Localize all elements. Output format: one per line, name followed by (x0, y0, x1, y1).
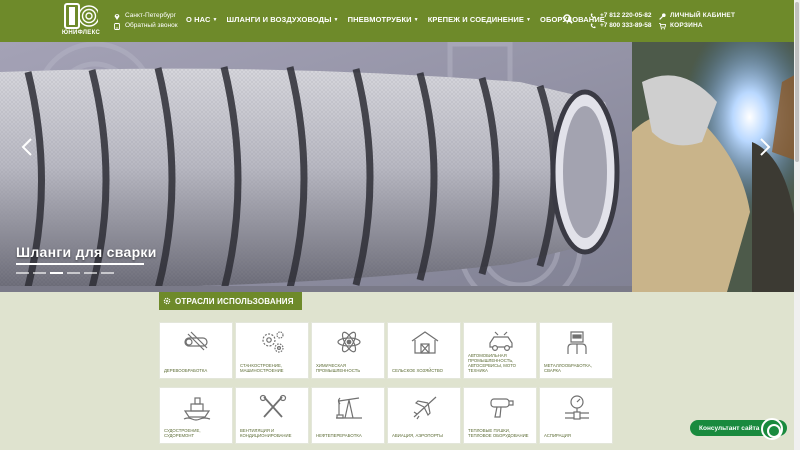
logo-mark-icon (64, 3, 98, 29)
contacts: Санкт-Петербург Обратный звонок (114, 11, 178, 31)
nav-label: ПНЕВМОТРУБКИ (347, 15, 412, 24)
industry-tile[interactable]: СУДОСТРОЕНИЕ, СУДОРЕМОНТ (159, 387, 233, 444)
industry-tile[interactable]: НЕФТЕПЕРЕРАБОТКА (311, 387, 385, 444)
industry-tile[interactable]: АВТОМОБИЛЬНАЯ ПРОМЫШЛЕННОСТЬ, АВТОСЕРВИС… (463, 322, 537, 379)
industry-label: ВЕНТИЛЯЦИЯ И КОНДИЦИОНИРОВАНИЕ (240, 428, 292, 438)
industry-label: СЕЛЬСКОЕ ХОЗЯЙСТВО (392, 368, 443, 373)
phone-link[interactable]: +7 812 220-05-82 (590, 11, 652, 21)
slide-dots (16, 272, 114, 274)
welder-photo (632, 42, 800, 292)
chat-icon[interactable] (761, 418, 783, 440)
key-icon (659, 12, 666, 20)
nav-label: О НАС (186, 15, 211, 24)
slide-title-underline (16, 263, 144, 265)
callback-link[interactable]: Обратный звонок (114, 21, 178, 31)
nav-item-hoses[interactable]: ШЛАНГИ И ВОЗДУХОВОДЫ ▼ (227, 15, 339, 24)
nav-label: КРЕПЕЖ И СОЕДИНЕНИЕ (427, 15, 524, 24)
nav-item-pneumotubes[interactable]: ПНЕВМОТРУБКИ ▼ (348, 15, 419, 24)
caret-down-icon: ▼ (333, 16, 339, 23)
page-scrollbar[interactable] (794, 0, 800, 450)
oil-pump-icon (336, 397, 362, 419)
gears-icon (262, 331, 284, 353)
industry-tile[interactable]: ХИМИЧЕСКАЯ ПРОМЫШЛЕННОСТЬ (311, 322, 385, 379)
slide-title[interactable]: Шланги для сварки (16, 244, 157, 260)
consultant-label: Консультант сайта (699, 424, 760, 432)
cabinet-label: ЛИЧНЫЙ КАБИНЕТ (670, 12, 736, 19)
account-links: ЛИЧНЫЙ КАБИНЕТ КОРЗИНА (659, 11, 735, 31)
industry-tile[interactable]: МЕТАЛЛООБРАБОТКА, СВАРКА (539, 322, 613, 379)
caret-down-icon: ▼ (212, 16, 218, 23)
slide-dot[interactable] (67, 272, 80, 274)
phone-icon (590, 23, 596, 29)
heat-gun-icon (490, 398, 514, 418)
slide-dot[interactable] (16, 272, 29, 274)
phone-link[interactable]: +7 800 333-89-58 (590, 21, 652, 31)
car-icon (489, 331, 513, 352)
city-label: Санкт-Петербург (125, 12, 176, 19)
industry-label: НЕФТЕПЕРЕРАБОТКА (316, 433, 362, 438)
city-selector[interactable]: Санкт-Петербург (114, 11, 178, 21)
industry-tile[interactable]: АВИАЦИЯ, АЭРОПОРТЫ (387, 387, 461, 444)
brand-logo[interactable]: ЮНИФЛЕКС (60, 3, 102, 39)
brand-name: ЮНИФЛЕКС (61, 30, 101, 36)
phone-number: +7 812 220-05-82 (600, 12, 652, 19)
nav-item-fasteners[interactable]: КРЕПЕЖ И СОЕДИНЕНИЕ ▼ (428, 15, 531, 24)
industry-tile[interactable]: СЕЛЬСКОЕ ХОЗЯЙСТВО (387, 322, 461, 379)
industry-label: МЕТАЛЛООБРАБОТКА, СВАРКА (544, 363, 592, 373)
industries-title: ОТРАСЛИ ИСПОЛЬЗОВАНИЯ (175, 296, 294, 306)
industry-tile[interactable]: ТЕПЛОВЫЕ ПУШКИ, ТЕПЛОВОЕ ОБОРУДОВАНИЕ (463, 387, 537, 444)
cart-link[interactable]: КОРЗИНА (659, 21, 735, 31)
industry-label: ХИМИЧЕСКАЯ ПРОМЫШЛЕННОСТЬ (316, 363, 361, 373)
industry-tile[interactable]: АСПИРАЦИЯ (539, 387, 613, 444)
industry-tile[interactable]: ДЕРЕВООБРАБОТКА (159, 322, 233, 379)
industry-tile[interactable]: ВЕНТИЛЯЦИЯ И КОНДИЦИОНИРОВАНИЕ (235, 387, 309, 444)
ship-icon (183, 397, 211, 421)
main-nav: О НАС ▼ ШЛАНГИ И ВОЗДУХОВОДЫ ▼ ПНЕВМОТРУБК… (186, 15, 614, 24)
industry-label: ДЕРЕВООБРАБОТКА (164, 368, 208, 373)
nav-label: ШЛАНГИ И ВОЗДУХОВОДЫ (226, 15, 332, 24)
gear-icon (163, 297, 171, 305)
phone-callback-icon (114, 22, 120, 30)
slide-dot[interactable] (101, 272, 114, 274)
industries-heading: ОТРАСЛИ ИСПОЛЬЗОВАНИЯ (159, 292, 302, 310)
nav-item-about[interactable]: О НАС ▼ (186, 15, 218, 24)
atom-icon (337, 331, 361, 353)
sawmill-icon (184, 331, 208, 351)
cart-label: КОРЗИНА (670, 22, 703, 29)
search-icon[interactable] (563, 14, 573, 24)
industry-label: СТАНКОСТРОЕНИЕ, МАШИНОСТРОЕНИЕ (240, 363, 284, 373)
airplane-icon (413, 396, 437, 420)
cart-icon (659, 22, 666, 29)
next-slide-icon[interactable] (758, 137, 772, 157)
tools-icon (259, 394, 287, 418)
location-pin-icon (114, 13, 120, 20)
slide-dot[interactable] (84, 272, 97, 274)
gauge-icon (565, 395, 589, 420)
barn-icon (411, 331, 439, 354)
industry-label: СУДОСТРОЕНИЕ, СУДОРЕМОНТ (164, 428, 201, 438)
industry-label: ТЕПЛОВЫЕ ПУШКИ, ТЕПЛОВОЕ ОБОРУДОВАНИЕ (468, 428, 529, 438)
prev-slide-icon[interactable] (20, 137, 34, 157)
caret-down-icon: ▼ (413, 16, 419, 23)
welder-icon (567, 331, 587, 354)
industry-label: АВИАЦИЯ, АЭРОПОРТЫ (392, 433, 443, 438)
industry-tile[interactable]: СТАНКОСТРОЕНИЕ, МАШИНОСТРОЕНИЕ (235, 322, 309, 379)
industry-label: АСПИРАЦИЯ (544, 433, 571, 438)
callback-label: Обратный звонок (125, 22, 178, 29)
phone-icon (590, 13, 596, 19)
cabinet-link[interactable]: ЛИЧНЫЙ КАБИНЕТ (659, 11, 735, 21)
site-header: ЮНИФЛЕКС Санкт-Петербург Обратный звонок… (0, 0, 800, 42)
industry-label: АВТОМОБИЛЬНАЯ ПРОМЫШЛЕННОСТЬ, АВТОСЕРВИС… (468, 353, 516, 373)
slide-dot-active[interactable] (50, 272, 63, 274)
slide-dot[interactable] (33, 272, 46, 274)
hero-slider: Шланги для сварки (0, 42, 800, 292)
caret-down-icon: ▼ (525, 16, 532, 23)
phone-number: +7 800 333-89-58 (600, 22, 652, 29)
phones: +7 812 220-05-82 +7 800 333-89-58 (590, 11, 652, 31)
